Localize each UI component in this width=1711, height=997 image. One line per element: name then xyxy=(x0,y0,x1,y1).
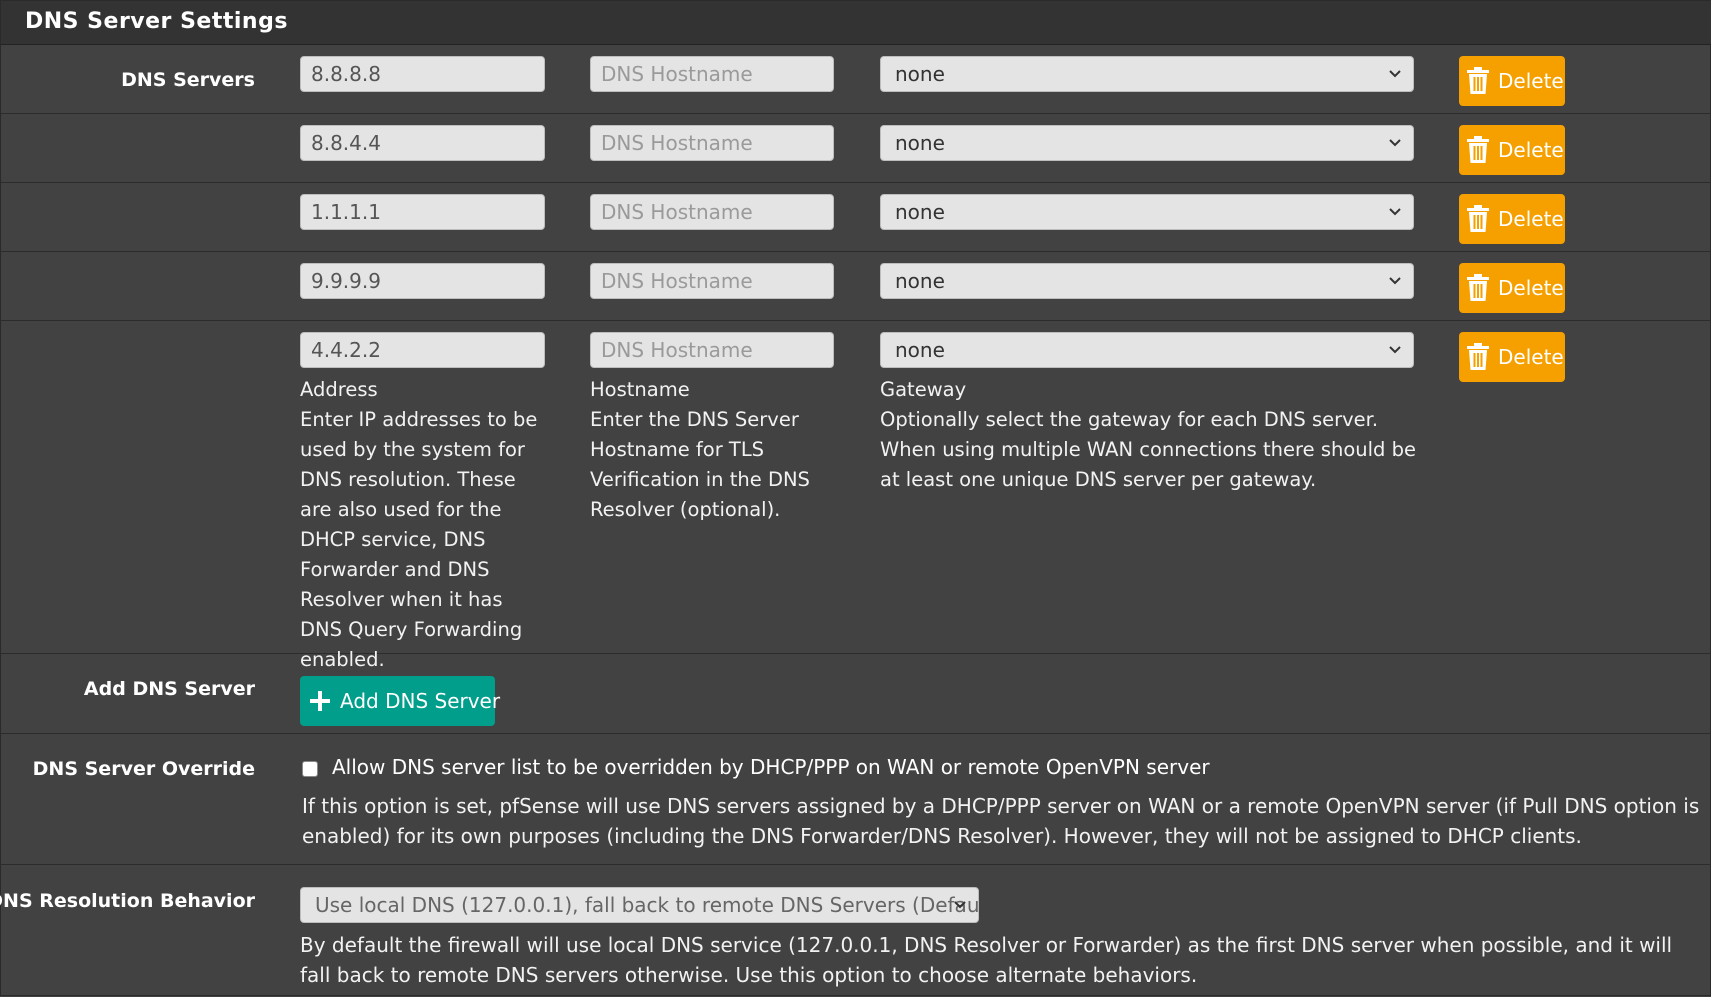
dns-resolution-select[interactable]: Use local DNS (127.0.0.1), fall back to … xyxy=(300,887,979,923)
hostname-help-text: Enter the DNS Server Hostname for TLS Ve… xyxy=(590,408,810,521)
hostname-help: Hostname Enter the DNS Server Hostname f… xyxy=(590,375,825,525)
dns-resolution-label: DNS Resolution Behavior xyxy=(0,890,255,912)
dns-gateway-select[interactable]: none xyxy=(880,332,1414,368)
delete-label: Delete xyxy=(1498,276,1564,300)
address-help-text: Enter IP addresses to be used by the sys… xyxy=(300,408,538,671)
delete-button[interactable]: Delete xyxy=(1459,56,1565,106)
chevron-down-icon xyxy=(1389,277,1401,285)
dns-override-help: If this option is set, pfSense will use … xyxy=(302,794,1700,848)
dns-servers-label: DNS Servers xyxy=(121,69,255,91)
dns-address-input[interactable]: 8.8.4.4 xyxy=(300,125,545,161)
dns-address-input[interactable]: 4.4.2.2 xyxy=(300,332,545,368)
dns-server-row: 9.9.9.9 DNS Hostname none Delete xyxy=(1,252,1711,321)
gateway-help-title: Gateway xyxy=(880,378,967,401)
dns-hostname-input[interactable]: DNS Hostname xyxy=(590,263,834,299)
delete-label: Delete xyxy=(1498,207,1564,231)
dns-gateway-value: none xyxy=(895,269,945,293)
dns-gateway-select[interactable]: none xyxy=(880,125,1414,161)
trash-icon xyxy=(1467,67,1489,94)
dns-server-row: 1.1.1.1 DNS Hostname none Delete xyxy=(1,183,1711,252)
delete-button[interactable]: Delete xyxy=(1459,332,1565,382)
trash-icon xyxy=(1467,343,1489,370)
dns-address-input[interactable]: 9.9.9.9 xyxy=(300,263,545,299)
gateway-help-text: Optionally select the gateway for each D… xyxy=(880,408,1416,491)
address-help: Address Enter IP addresses to be used by… xyxy=(300,375,550,675)
dns-server-settings-panel: DNS Server Settings DNS Servers 8.8.8.8 … xyxy=(0,0,1711,996)
dns-server-row: 8.8.4.4 DNS Hostname none Delete xyxy=(1,114,1711,183)
dns-resolution-help: By default the firewall will use local D… xyxy=(300,933,1673,987)
trash-icon xyxy=(1467,136,1489,163)
dns-server-row: 4.4.2.2 DNS Hostname none Delete Address… xyxy=(1,321,1711,671)
dns-server-row: DNS Servers 8.8.8.8 DNS Hostname none De… xyxy=(1,45,1711,114)
add-dns-server-button[interactable]: Add DNS Server xyxy=(300,676,500,726)
delete-button[interactable]: Delete xyxy=(1459,194,1565,244)
dns-override-checkbox-label[interactable]: Allow DNS server list to be overridden b… xyxy=(332,755,1210,779)
delete-button[interactable]: Delete xyxy=(1459,263,1565,313)
dns-gateway-value: none xyxy=(895,200,945,224)
panel-title: DNS Server Settings xyxy=(25,9,288,34)
delete-button[interactable]: Delete xyxy=(1459,125,1565,175)
add-dns-server-label: Add DNS Server xyxy=(83,678,255,700)
trash-icon xyxy=(1467,205,1489,232)
dns-hostname-input[interactable]: DNS Hostname xyxy=(590,125,834,161)
hostname-help-title: Hostname xyxy=(590,378,690,401)
dns-gateway-select[interactable]: none xyxy=(880,194,1414,230)
add-dns-server-button-label: Add DNS Server xyxy=(340,689,501,713)
panel-heading: DNS Server Settings xyxy=(1,1,1711,45)
chevron-down-icon xyxy=(954,901,966,909)
chevron-down-icon xyxy=(1389,70,1401,78)
dns-override-checkbox[interactable] xyxy=(302,761,318,777)
dns-hostname-input[interactable]: DNS Hostname xyxy=(590,56,834,92)
trash-icon xyxy=(1467,274,1489,301)
dns-address-input[interactable]: 8.8.8.8 xyxy=(300,56,545,92)
dns-hostname-input[interactable]: DNS Hostname xyxy=(590,332,834,368)
delete-label: Delete xyxy=(1498,345,1564,369)
delete-label: Delete xyxy=(1498,138,1564,162)
address-help-title: Address xyxy=(300,378,378,401)
gateway-help: Gateway Optionally select the gateway fo… xyxy=(880,375,1420,495)
dns-gateway-select[interactable]: none xyxy=(880,263,1414,299)
dns-gateway-value: none xyxy=(895,131,945,155)
plus-icon xyxy=(310,691,330,711)
delete-label: Delete xyxy=(1498,69,1564,93)
dns-resolution-value: Use local DNS (127.0.0.1), fall back to … xyxy=(315,893,979,917)
dns-gateway-select[interactable]: none xyxy=(880,56,1414,92)
dns-override-label: DNS Server Override xyxy=(32,758,255,780)
chevron-down-icon xyxy=(1389,346,1401,354)
chevron-down-icon xyxy=(1389,139,1401,147)
dns-gateway-value: none xyxy=(895,62,945,86)
dns-gateway-value: none xyxy=(895,338,945,362)
dns-hostname-input[interactable]: DNS Hostname xyxy=(590,194,834,230)
dns-address-input[interactable]: 1.1.1.1 xyxy=(300,194,545,230)
add-dns-server-row: Add DNS Server xyxy=(1,654,1711,734)
chevron-down-icon xyxy=(1389,208,1401,216)
